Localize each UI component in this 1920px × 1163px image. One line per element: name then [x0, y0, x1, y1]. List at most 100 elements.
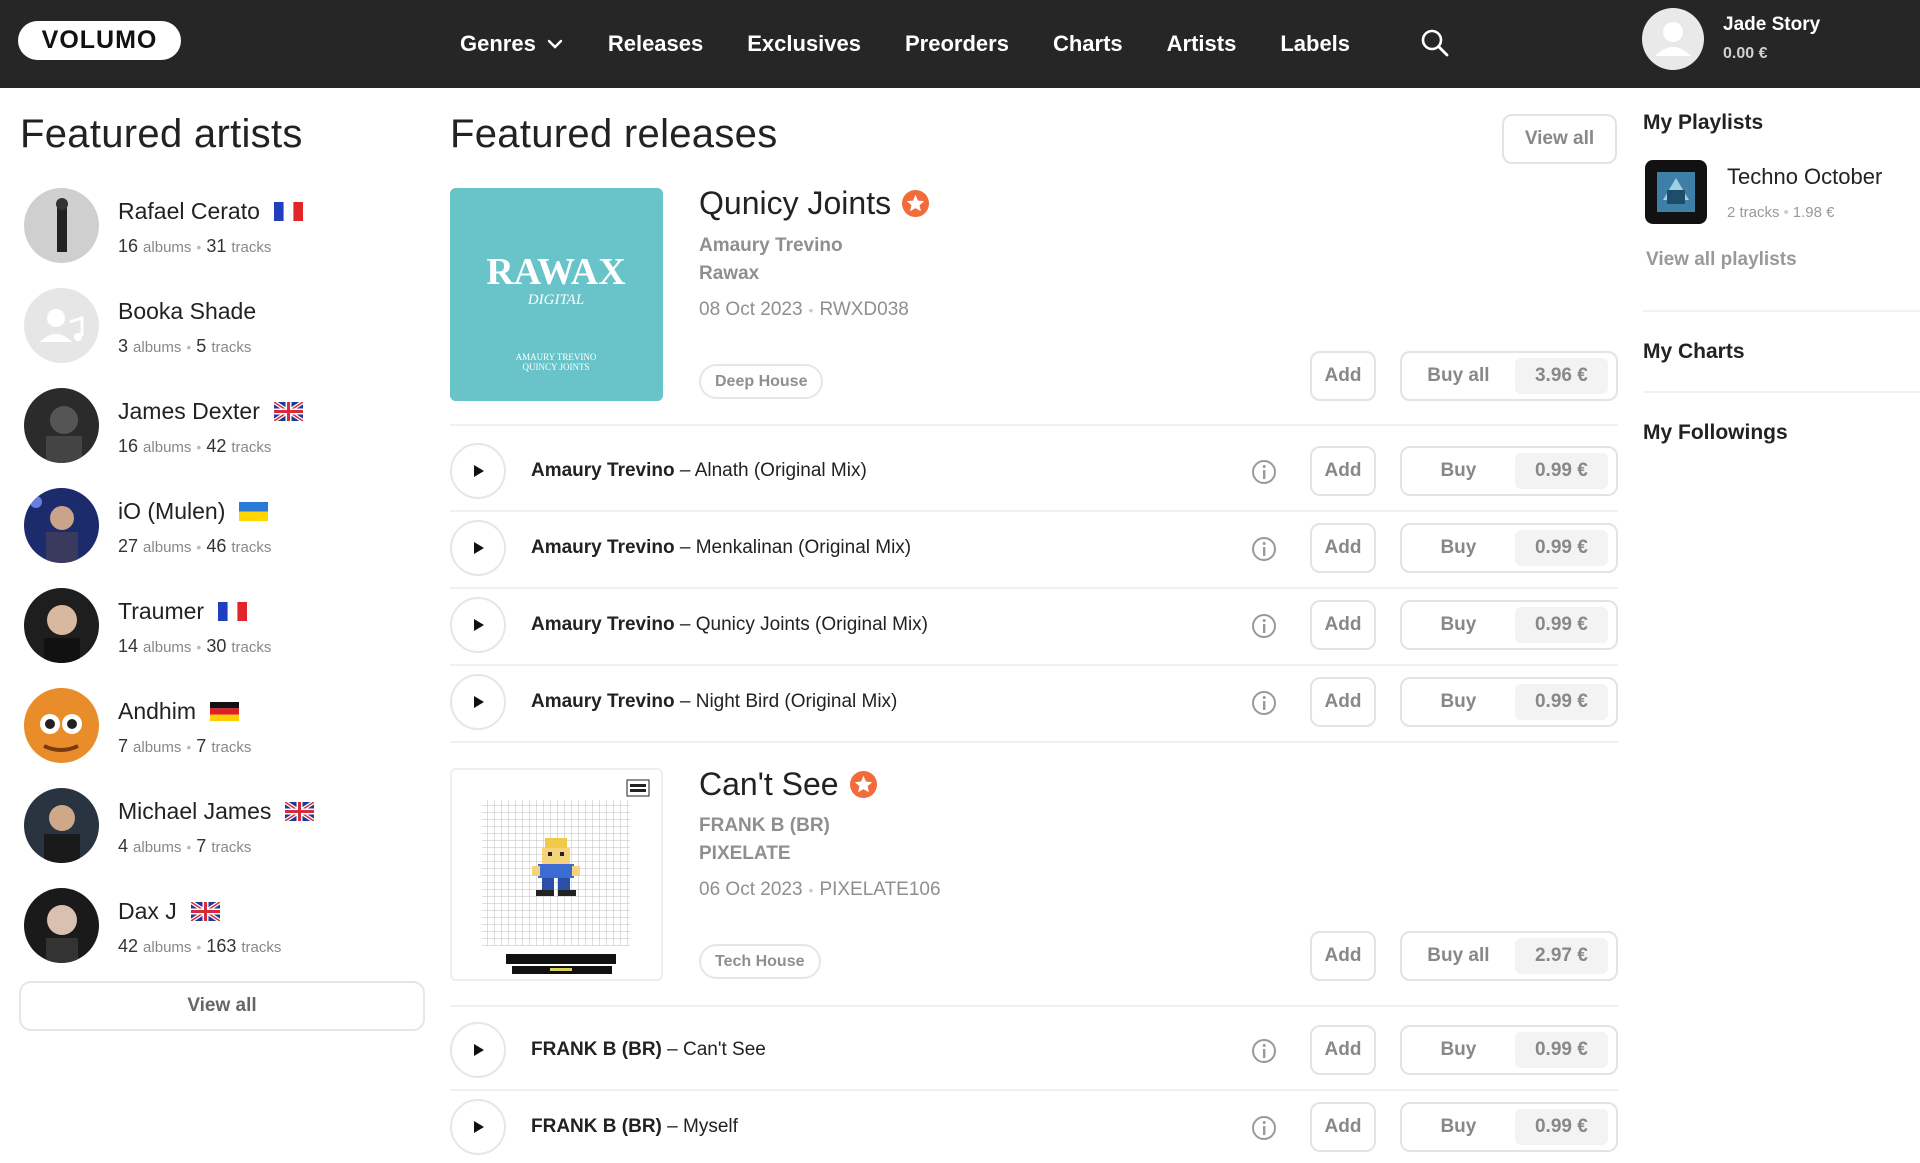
release-label-link[interactable]: Rawax: [699, 263, 759, 285]
play-button[interactable]: [450, 520, 506, 576]
artist-name[interactable]: Andhim: [118, 698, 239, 725]
artist-name[interactable]: Michael James: [118, 798, 315, 825]
nav-exclusives[interactable]: Exclusives: [747, 31, 861, 57]
buy-all-label: Buy all: [1427, 365, 1490, 386]
artist-stats: 3 albums • 5 tracks: [118, 336, 252, 356]
artist-name-text: iO (Mulen): [118, 498, 226, 524]
my-followings-link[interactable]: My Followings: [1643, 421, 1788, 445]
view-all-releases-button[interactable]: View all: [1502, 114, 1617, 164]
view-all-playlists-link[interactable]: View all playlists: [1646, 249, 1797, 271]
artist-name-text: Dax J: [118, 898, 177, 924]
nav-releases[interactable]: Releases: [608, 31, 703, 57]
release-title[interactable]: Can't See: [699, 766, 878, 803]
artist-name[interactable]: Booka Shade: [118, 298, 256, 325]
artist-item[interactable]: Traumer 14 albums • 30 tracks: [24, 588, 424, 668]
albums-word: albums: [143, 939, 192, 956]
buy-label: Buy: [1440, 1116, 1477, 1137]
add-track-button[interactable]: Add: [1310, 1025, 1376, 1075]
nav-artists[interactable]: Artists: [1167, 31, 1237, 57]
info-icon[interactable]: [1250, 689, 1278, 717]
artist-tracks-count: 42: [206, 436, 227, 456]
user-name[interactable]: Jade Story: [1723, 14, 1820, 36]
release-artist-link[interactable]: Amaury Trevino: [699, 235, 843, 257]
track-title[interactable]: Amaury Trevino – Qunicy Joints (Original…: [531, 614, 928, 636]
buy-track-button[interactable]: Buy 0.99 €: [1400, 600, 1618, 650]
play-button[interactable]: [450, 1022, 506, 1078]
genre-tag[interactable]: Tech House: [699, 944, 821, 979]
track-title[interactable]: FRANK B (BR) – Can't See: [531, 1039, 766, 1061]
release-cover-art[interactable]: [450, 768, 663, 981]
artist-name[interactable]: Dax J: [118, 898, 220, 925]
info-icon[interactable]: [1250, 535, 1278, 563]
artist-item[interactable]: Dax J 42 albums • 163 tracks: [24, 888, 424, 968]
nav-genres[interactable]: Genres: [460, 31, 564, 57]
release-cover-art[interactable]: RAWAX DIGITAL AMAURY TREVINO QUINCY JOIN…: [450, 188, 663, 401]
featured-artists-title: Featured artists: [20, 112, 303, 156]
artist-avatar: [24, 488, 99, 563]
add-track-button[interactable]: Add: [1310, 600, 1376, 650]
albums-word: albums: [133, 739, 182, 756]
play-button[interactable]: [450, 443, 506, 499]
track-row: Amaury Trevino – Menkalinan (Original Mi…: [450, 511, 1618, 587]
artist-stats: 16 albums • 42 tracks: [118, 436, 272, 456]
buy-track-button[interactable]: Buy 0.99 €: [1400, 1102, 1618, 1152]
user-avatar[interactable]: [1642, 8, 1704, 70]
nav-preorders[interactable]: Preorders: [905, 31, 1009, 57]
track-artist: FRANK B (BR): [531, 1039, 662, 1060]
artist-name[interactable]: iO (Mulen): [118, 498, 269, 525]
info-icon[interactable]: [1250, 1037, 1278, 1065]
playlist-thumbnail[interactable]: [1645, 160, 1707, 224]
genre-tag[interactable]: Deep House: [699, 364, 824, 399]
volumo-logo[interactable]: VOLUMO: [18, 21, 181, 60]
add-release-button[interactable]: Add: [1310, 351, 1376, 401]
add-release-button[interactable]: Add: [1310, 931, 1376, 981]
info-icon[interactable]: [1250, 458, 1278, 486]
track-title[interactable]: Amaury Trevino – Menkalinan (Original Mi…: [531, 537, 911, 559]
play-button[interactable]: [450, 1099, 506, 1155]
play-icon: [474, 1121, 484, 1133]
artist-avatar: [24, 188, 99, 263]
artist-item[interactable]: James Dexter 16 albums • 42 tracks: [24, 388, 424, 468]
track-title[interactable]: FRANK B (BR) – Myself: [531, 1116, 738, 1138]
track-title[interactable]: Amaury Trevino – Night Bird (Original Mi…: [531, 691, 897, 713]
pixelate-cover-image: [452, 770, 661, 979]
release-label-link[interactable]: PIXELATE: [699, 843, 791, 865]
buy-track-button[interactable]: Buy 0.99 €: [1400, 446, 1618, 496]
playlist-name[interactable]: Techno October: [1727, 164, 1882, 190]
artist-name-text: Booka Shade: [118, 298, 257, 324]
artist-item[interactable]: Michael James 4 albums • 7 tracks: [24, 788, 424, 868]
add-track-button[interactable]: Add: [1310, 446, 1376, 496]
buy-track-button[interactable]: Buy 0.99 €: [1400, 523, 1618, 573]
tracks-word: tracks: [231, 639, 272, 656]
my-charts-link[interactable]: My Charts: [1643, 340, 1745, 364]
track-row: FRANK B (BR) – Can't See Add Buy 0.99 €: [450, 1013, 1618, 1089]
track-price: 0.99 €: [1514, 453, 1608, 489]
artist-name[interactable]: James Dexter: [118, 398, 303, 425]
uk-flag-icon: [273, 402, 303, 421]
info-icon[interactable]: [1250, 612, 1278, 640]
play-button[interactable]: [450, 597, 506, 653]
release-title[interactable]: Qunicy Joints: [699, 185, 930, 222]
view-all-artists-button[interactable]: View all: [19, 981, 425, 1031]
artist-name[interactable]: Traumer: [118, 598, 248, 625]
buy-all-button[interactable]: Buy all 3.96 €: [1400, 351, 1618, 401]
add-track-button[interactable]: Add: [1310, 677, 1376, 727]
info-icon[interactable]: [1250, 1114, 1278, 1142]
search-icon[interactable]: [1418, 26, 1452, 60]
release-artist-link[interactable]: FRANK B (BR): [699, 815, 830, 837]
add-track-button[interactable]: Add: [1310, 1102, 1376, 1152]
track-title[interactable]: Amaury Trevino – Alnath (Original Mix): [531, 460, 867, 482]
buy-all-button[interactable]: Buy all 2.97 €: [1400, 931, 1618, 981]
play-button[interactable]: [450, 674, 506, 730]
artist-name[interactable]: Rafael Cerato: [118, 198, 303, 225]
nav-labels[interactable]: Labels: [1280, 31, 1350, 57]
add-track-button[interactable]: Add: [1310, 523, 1376, 573]
artist-item[interactable]: Rafael Cerato 16 albums • 31 tracks: [24, 188, 424, 268]
artist-item[interactable]: Booka Shade 3 albums • 5 tracks: [24, 288, 424, 368]
buy-track-button[interactable]: Buy 0.99 €: [1400, 677, 1618, 727]
nav-charts[interactable]: Charts: [1053, 31, 1123, 57]
artist-name-text: Traumer: [118, 598, 205, 624]
buy-track-button[interactable]: Buy 0.99 €: [1400, 1025, 1618, 1075]
artist-item[interactable]: Andhim 7 albums • 7 tracks: [24, 688, 424, 768]
artist-item[interactable]: iO (Mulen) 27 albums • 46 tracks: [24, 488, 424, 568]
